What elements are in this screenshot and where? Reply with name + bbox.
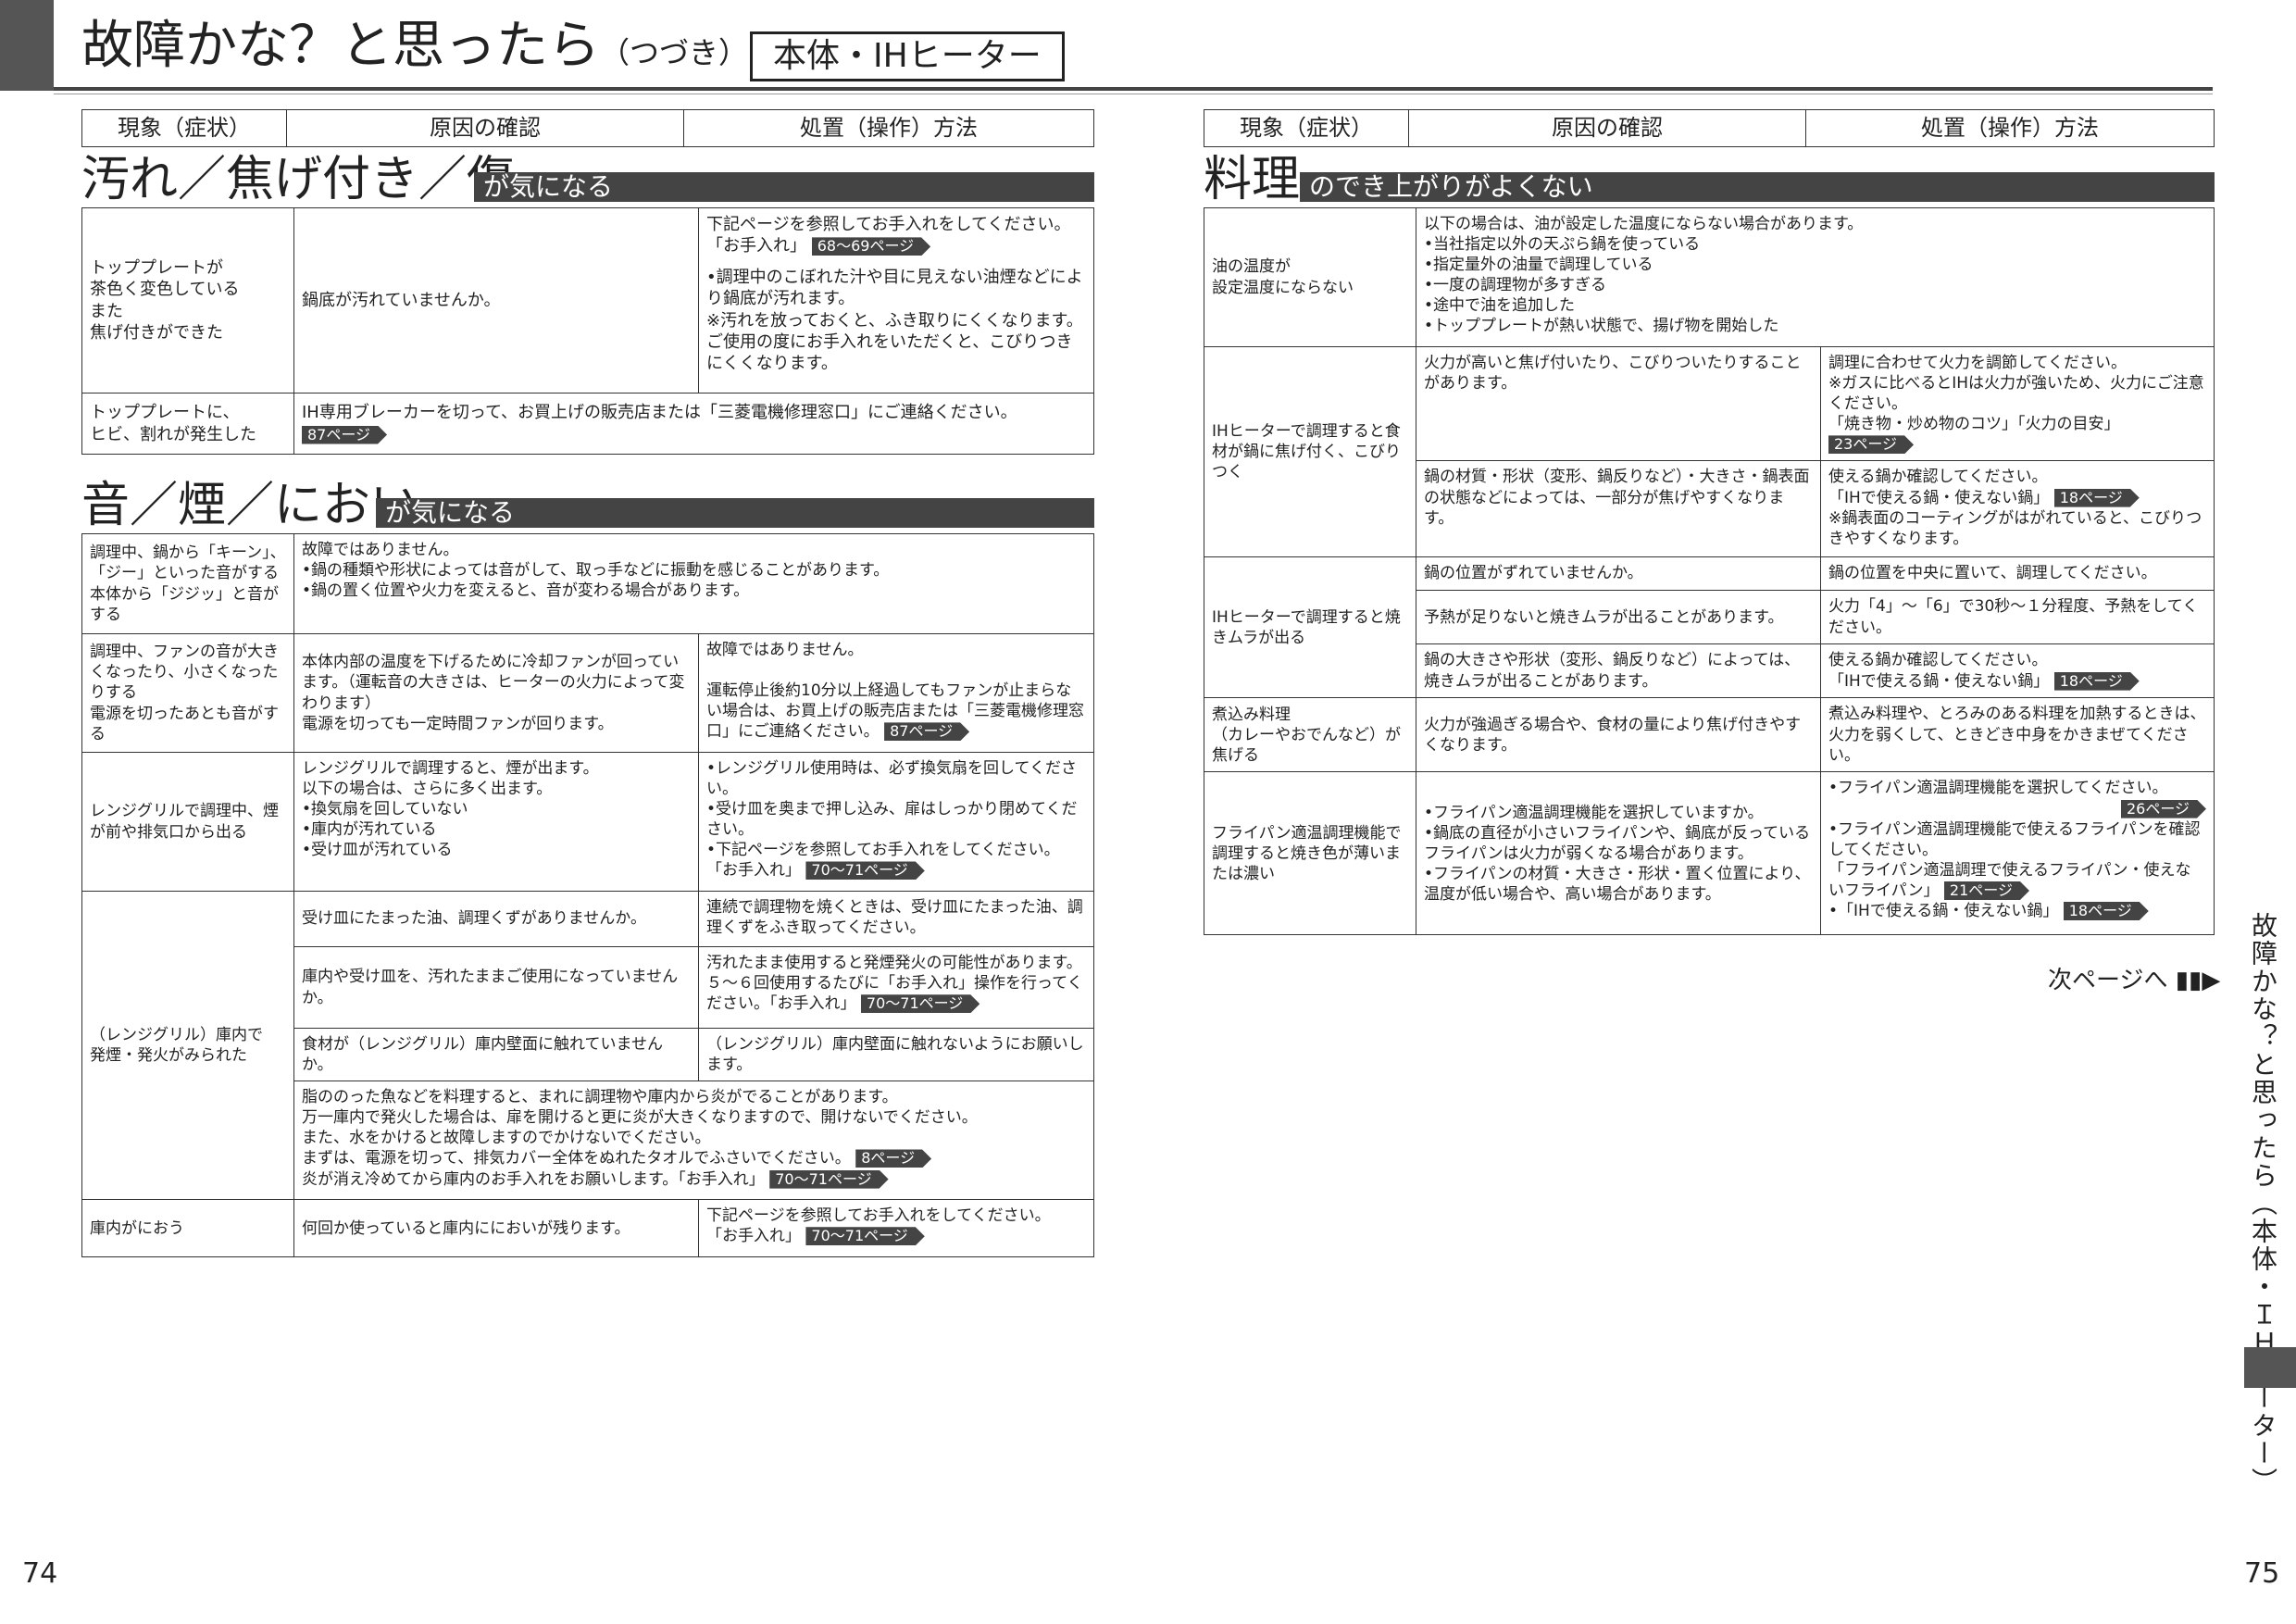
side-tab bbox=[2244, 1347, 2296, 1388]
symptom-cell: トッププレートが 茶色く変色している また 焦げ付きができた bbox=[81, 207, 294, 394]
section-sound-title: 音／煙／におい bbox=[81, 478, 419, 533]
cause-cell: 火力が高いと焦げ付いたり、こびりついたりすることがあります。 bbox=[1416, 345, 1821, 462]
cause-cell: •フライパン適温調理機能を選択していますか。 •鍋底の直径が小さいフライパンや、… bbox=[1416, 771, 1821, 936]
cause-cell: 鍋の位置がずれていませんか。 bbox=[1416, 556, 1821, 592]
side-chapter-label: 故障かな？と思ったら（本体・ＩＨヒーター） bbox=[2248, 912, 2278, 1495]
title-rule bbox=[54, 87, 2213, 91]
cause-cell: 鍋の材質・形状（変形、鍋反りなど）・大きさ・鍋表面の状態などによっては、一部分が… bbox=[1416, 460, 1821, 558]
symptom-cell: フライパン適温調理機能で調理すると焼き色が薄いまたは濃い bbox=[1204, 771, 1416, 936]
remedy-cell: 鍋の位置を中央に置いて、調理してください。 bbox=[1820, 556, 2215, 592]
symptom-cell: 調理中、鍋から「キーン」、「ジー」といった音がする 本体から「ジジッ」と音がする bbox=[81, 533, 294, 634]
symptom-cell: 調理中、ファンの音が大きくなったり、小さくなったりする 電源を切ったあとも音がす… bbox=[81, 633, 294, 753]
symptom-cell: トッププレートに、 ヒビ、割れが発生した bbox=[81, 393, 294, 455]
page-number-right: 75 bbox=[2244, 1557, 2280, 1590]
page-ref[interactable]: 26ページ bbox=[2121, 800, 2206, 818]
section-sound: 音／煙／におい が気になる bbox=[81, 480, 1094, 531]
page-ref[interactable]: 70～71ページ bbox=[805, 1227, 924, 1245]
remedy-cell: 汚れたまま使用すると発煙発火の可能性があります。５～６回使用するたびに「お手入れ… bbox=[698, 946, 1094, 1029]
cause-cell: 脂ののった魚などを料理すると、まれに調理物や庫内から炎がでることがあります。 万… bbox=[293, 1081, 1094, 1201]
symptom-cell: 油の温度が 設定温度にならない bbox=[1204, 207, 1416, 347]
cook-table: 油の温度が 設定温度にならない 以下の場合は、油が設定した温度にならない場合があ… bbox=[1204, 207, 2215, 936]
col-cause: 原因の確認 bbox=[1408, 108, 1806, 148]
page-ref[interactable]: 87ページ bbox=[302, 426, 387, 444]
page-ref[interactable]: 21ページ bbox=[1944, 881, 2029, 900]
col-cause: 原因の確認 bbox=[286, 108, 684, 148]
remedy-cell: 故障ではありません。 運転停止後約10分以上経過してもファンが止まらない場合は、… bbox=[698, 633, 1094, 753]
remedy-cell: （レンジグリル）庫内壁面に触れないようにお願いします。 bbox=[698, 1027, 1094, 1082]
sound-table: 調理中、鍋から「キーン」、「ジー」といった音がする 本体から「ジジッ」と音がする… bbox=[81, 533, 1094, 1258]
cause-cell: 予熱が足りないと焼きムラが出ることがあります。 bbox=[1416, 590, 1821, 645]
symptom-cell: （レンジグリル）庫内で 発煙・発火がみられた bbox=[81, 890, 294, 1201]
page-ref[interactable]: 70～71ページ bbox=[805, 861, 924, 880]
section-cook: 料理 のでき上がりがよくない bbox=[1204, 154, 2215, 206]
cause-cell: IH専用ブレーカーを切って、お買上げの販売店または「三菱電機修理窓口」にご連絡く… bbox=[293, 393, 1094, 455]
cause-cell: 何回か使っていると庫内ににおいが残ります。 bbox=[293, 1199, 699, 1258]
symptom-cell: 庫内がにおう bbox=[81, 1199, 294, 1258]
symptom-cell: IHヒーターで調理すると食材が鍋に焦げ付く、こびりつく bbox=[1204, 345, 1416, 558]
header-accent-bar bbox=[0, 0, 54, 91]
cause-cell: 故障ではありません。 •鍋の種類や形状によっては音がして、取っ手などに振動を感じ… bbox=[293, 533, 1094, 634]
remedy-cell: 下記ページを参照してお手入れをしてください。 「お手入れ」 68～69ページ •調理… bbox=[698, 207, 1094, 394]
cause-cell: 庫内や受け皿を、汚れたままご使用になっていませんか。 bbox=[293, 946, 699, 1029]
symptom-cell: 煮込み料理 （カレーやおでんなど）が焦げる bbox=[1204, 697, 1416, 773]
cause-cell: 食材が（レンジグリル）庫内壁面に触れていませんか。 bbox=[293, 1027, 699, 1082]
page-ref[interactable]: 18ページ bbox=[2054, 489, 2140, 507]
page-title: 故障かな？と思ったら（つづき） bbox=[81, 16, 749, 76]
page-ref[interactable]: 18ページ bbox=[2054, 672, 2140, 691]
remedy-cell: 調理に合わせて火力を調節してください。 ※ガスに比べるとIHは火力が強いため、火… bbox=[1820, 345, 2215, 462]
page-ref[interactable]: 23ページ bbox=[1828, 435, 1914, 454]
page-ref[interactable]: 8ページ bbox=[855, 1149, 931, 1168]
cause-cell: レンジグリルで調理すると、煙が出ます。 以下の場合は、さらに多く出ます。 •換気… bbox=[293, 752, 699, 892]
remedy-cell: 煮込み料理や、とろみのある料理を加熱するときは、火力を弱くして、ときどき中身をか… bbox=[1820, 697, 2215, 773]
cause-cell: 鍋の大きさや形状（変形、鍋反りなど）によっては、焼きムラが出ることがあります。 bbox=[1416, 643, 1821, 699]
section-dirt-title: 汚れ／焦げ付き／傷 bbox=[81, 152, 516, 207]
remedy-cell: 連続で調理物を焼くときは、受け皿にたまった油、調理くずをふき取ってください。 bbox=[698, 891, 1094, 947]
remedy-cell: 使える鍋か確認してください。 「IHで使える鍋・使えない鍋」 18ページ bbox=[1820, 643, 2215, 699]
col-remedy: 処置（操作）方法 bbox=[683, 108, 1094, 148]
remedy-cell: 使える鍋か確認してください。 「IHで使える鍋・使えない鍋」 18ページ ※鍋表面の… bbox=[1820, 460, 2215, 558]
dirt-table: トッププレートが 茶色く変色している また 焦げ付きができた 鍋底が汚れていませ… bbox=[81, 207, 1094, 455]
left-header-table: 現象（症状） 原因の確認 処置（操作）方法 bbox=[81, 108, 1094, 148]
remedy-cell: •フライパン適温調理機能を選択してください。 26ページ •フライパン適温調理機能で… bbox=[1820, 771, 2215, 936]
section-dirt-bar: が気になる bbox=[474, 172, 1094, 202]
col-remedy: 処置（操作）方法 bbox=[1805, 108, 2215, 148]
page-ref[interactable]: 87ページ bbox=[884, 722, 969, 741]
title-category-box: 本体・IHヒーター bbox=[750, 31, 1065, 81]
next-page-link[interactable]: 次ページへ ▮▮▶ bbox=[2048, 961, 2220, 995]
section-cook-title: 料理 bbox=[1204, 152, 1301, 207]
col-symptom: 現象（症状） bbox=[1204, 108, 1409, 148]
page-ref[interactable]: 70～71ページ bbox=[861, 994, 980, 1013]
symptom-cell: レンジグリルで調理中、煙が前や排気口から出る bbox=[81, 752, 294, 892]
cause-cell: 受け皿にたまった油、調理くずがありませんか。 bbox=[293, 891, 699, 947]
right-header-table: 現象（症状） 原因の確認 処置（操作）方法 bbox=[1204, 108, 2215, 148]
cause-cell: 鍋底が汚れていませんか。 bbox=[293, 207, 699, 394]
section-dirt: 汚れ／焦げ付き／傷 が気になる bbox=[81, 154, 1094, 206]
page-ref[interactable]: 68～69ページ bbox=[812, 237, 930, 256]
remedy-cell: 火力「4」～「6」で30秒～１分程度、予熱をしてください。 bbox=[1820, 590, 2215, 645]
cause-cell: 本体内部の温度を下げるために冷却ファンが回っています。（運転音の大きさは、ヒータ… bbox=[293, 633, 699, 753]
page-number-left: 74 bbox=[22, 1557, 58, 1590]
cause-cell: 火力が強過ぎる場合や、食材の量により焦げ付きやすくなります。 bbox=[1416, 697, 1821, 773]
page-ref[interactable]: 70～71ページ bbox=[769, 1170, 888, 1189]
col-symptom: 現象（症状） bbox=[81, 108, 287, 148]
remedy-cell: •レンジグリル使用時は、必ず換気扇を回してください。 •受け皿を奥まで押し込み、… bbox=[698, 752, 1094, 892]
symptom-cell: IHヒーターで調理すると焼きムラが出る bbox=[1204, 556, 1416, 699]
page-ref[interactable]: 18ページ bbox=[2064, 902, 2149, 920]
remedy-cell: 下記ページを参照してお手入れをしてください。 「お手入れ」 70～71ページ bbox=[698, 1199, 1094, 1258]
section-sound-bar: が気になる bbox=[376, 498, 1094, 528]
cause-cell: 以下の場合は、油が設定した温度にならない場合があります。 •当社指定以外の天ぷら… bbox=[1416, 207, 2215, 347]
section-cook-bar: のでき上がりがよくない bbox=[1300, 172, 2215, 202]
